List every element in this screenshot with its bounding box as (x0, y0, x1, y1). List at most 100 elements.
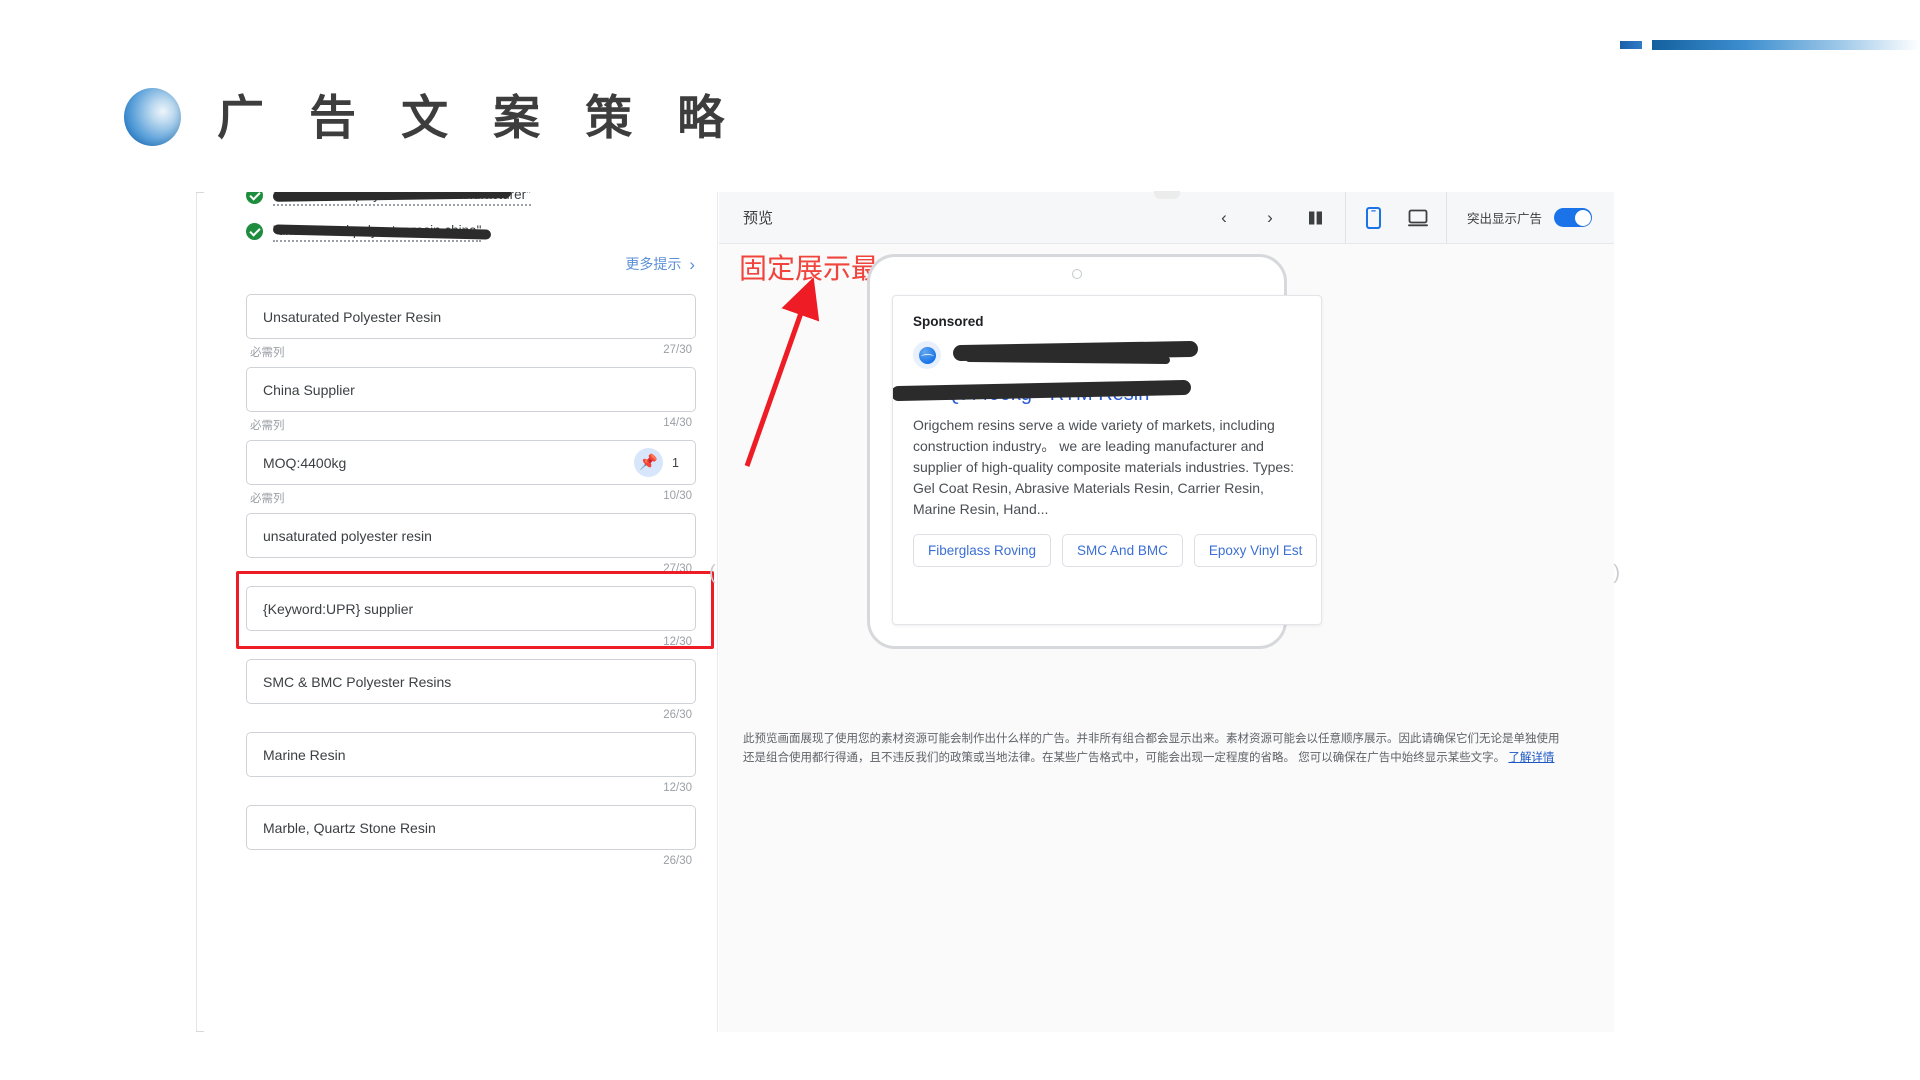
headline-meta: 27/30 (246, 558, 696, 582)
headline-meta: 必需列 27/30 (246, 339, 696, 363)
suggestion-text-wrap: "Unsaturated polyester resin manufacture… (273, 192, 695, 210)
char-counter: 26/30 (663, 709, 692, 728)
headline-value: Marine Resin (263, 747, 345, 763)
headline-field-list: Unsaturated Polyester Resin 必需列 27/30 Ch… (224, 294, 718, 878)
headline-value: unsaturated polyester resin (263, 528, 432, 544)
headline-field[interactable]: Marble, Quartz Stone Resin 26/30 (224, 805, 718, 874)
headline-input[interactable]: China Supplier (246, 367, 696, 412)
page-title: 广 告 文 案 策 略 (217, 94, 740, 141)
headline-field[interactable]: SMC & BMC Polyester Resins 26/30 (224, 659, 718, 728)
disclaimer-text: 此预览画面展现了使用您的素材资源可能会制作出什么样的广告。并非所有组合都会显示出… (743, 733, 1560, 764)
edge-tick-bottom (196, 1031, 204, 1032)
split-view-icon[interactable] (1293, 192, 1339, 244)
headline-field[interactable]: unsaturated polyester resin 27/30 (224, 513, 718, 582)
char-counter: 14/30 (663, 417, 692, 436)
globe-glyph (919, 347, 936, 364)
required-label: 必需列 (250, 490, 285, 509)
preview-disclaimer: 此预览画面展现了使用您的素材资源可能会制作出什么样的广告。并非所有组合都会显示出… (743, 730, 1563, 768)
sitelink-button[interactable]: Epoxy Vinyl Est (1194, 534, 1318, 567)
redaction-mark (965, 354, 1170, 364)
preview-panel: 预览 ‹ › (719, 192, 1614, 1032)
learn-more-link[interactable]: 了解详情 (1508, 752, 1554, 764)
headline-value: Unsaturated Polyester Resin (263, 309, 441, 325)
headlines-panel: "Unsaturated polyester resin manufacture… (224, 192, 718, 1032)
deco-square (1620, 41, 1642, 49)
ad-description: Origchem resins serve a wide variety of … (913, 415, 1301, 520)
check-circle-icon (246, 192, 263, 204)
headline-input[interactable]: MOQ:4400kg 📌 1 (246, 440, 696, 485)
headline-meta: 26/30 (246, 850, 696, 874)
check-circle-icon (246, 223, 263, 240)
headline-field-pinned[interactable]: MOQ:4400kg 📌 1 必需列 10/30 (224, 440, 718, 509)
edge-tick-top (196, 192, 204, 193)
suggestion-item[interactable]: "Unsaturated polyester resin manufacture… (224, 192, 717, 210)
device-camera-icon (1072, 269, 1082, 279)
mobile-device-icon[interactable] (1352, 192, 1396, 244)
headline-value: MOQ:4400kg (263, 455, 346, 471)
page-title-row: 广 告 文 案 策 略 (124, 88, 740, 146)
headline-field[interactable]: Marine Resin 12/30 (224, 732, 718, 801)
headline-meta: 12/30 (246, 777, 696, 801)
pin-glyph: 📌 (639, 455, 658, 470)
ad-preview-card: Sponsored MOQ:4400kg - RTM Resin Origche… (892, 295, 1322, 625)
ad-headline-wrap: MOQ:4400kg - RTM Resin (913, 383, 1301, 406)
headline-meta: 必需列 10/30 (246, 485, 696, 509)
screenshot-left-edge (196, 192, 197, 1032)
suggestion-item[interactable]: "unsaturated polyester resin china" (224, 222, 717, 246)
slide-root: 广 告 文 案 策 略 "Unsaturated polyester resin… (0, 0, 1920, 1080)
app-screenshot: "Unsaturated polyester resin manufacture… (196, 192, 1614, 1032)
split-view-glyph (1307, 210, 1325, 226)
headline-input[interactable]: Unsaturated Polyester Resin (246, 294, 696, 339)
advertiser-row (913, 341, 1301, 369)
char-counter: 12/30 (663, 636, 692, 655)
preview-title: 预览 (743, 207, 773, 228)
headline-value: {Keyword:UPR} supplier (263, 601, 413, 617)
headline-field[interactable]: Unsaturated Polyester Resin 必需列 27/30 (224, 294, 718, 363)
device-frame: Sponsored MOQ:4400kg - RTM Resin Origche… (867, 254, 1287, 649)
toolbar-separator (1446, 192, 1447, 244)
sponsored-label: Sponsored (913, 314, 1301, 329)
sitelink-button[interactable]: SMC And BMC (1062, 534, 1183, 567)
deco-gradient-bar (1652, 40, 1920, 50)
headline-meta: 12/30 (246, 631, 696, 655)
headline-input[interactable]: Marine Resin (246, 732, 696, 777)
headline-field[interactable]: {Keyword:UPR} supplier 12/30 (224, 586, 718, 655)
pin-position: 1 (672, 456, 679, 470)
title-bullet-icon (124, 88, 181, 146)
more-tips-link[interactable]: 更多提示 › (625, 254, 695, 274)
headline-meta: 必需列 14/30 (246, 412, 696, 436)
headline-value: Marble, Quartz Stone Resin (263, 820, 436, 836)
headline-input[interactable]: {Keyword:UPR} supplier (246, 586, 696, 631)
char-counter: 26/30 (663, 855, 692, 874)
toolbar-notch (1154, 191, 1180, 199)
mobile-glyph (1366, 207, 1381, 229)
pin-control[interactable]: 📌 1 (634, 448, 679, 477)
toolbar-separator (1345, 192, 1346, 244)
pin-icon[interactable]: 📌 (634, 448, 663, 477)
desktop-device-icon[interactable] (1396, 192, 1440, 244)
char-counter: 27/30 (663, 563, 692, 582)
char-counter: 12/30 (663, 782, 692, 801)
chevron-right-icon[interactable]: › (1247, 192, 1293, 244)
sitelink-button[interactable]: Fiberglass Roving (913, 534, 1051, 567)
highlight-ads-label: 突出显示广告 (1467, 208, 1542, 227)
char-counter: 27/30 (663, 344, 692, 363)
headline-input[interactable]: unsaturated polyester resin (246, 513, 696, 558)
right-brace-mark: ) (1613, 562, 1620, 585)
headline-field[interactable]: China Supplier 必需列 14/30 (224, 367, 718, 436)
headline-value: SMC & BMC Polyester Resins (263, 674, 451, 690)
chevron-right-icon: › (689, 256, 695, 273)
headline-meta: 26/30 (246, 704, 696, 728)
ad-sitelinks: Fiberglass Roving SMC And BMC Epoxy Viny… (913, 534, 1301, 567)
headline-input[interactable]: SMC & BMC Polyester Resins (246, 659, 696, 704)
required-label: 必需列 (250, 417, 285, 436)
headline-input[interactable]: Marble, Quartz Stone Resin (246, 805, 696, 850)
chevron-left-icon[interactable]: ‹ (1201, 192, 1247, 244)
left-brace-mark: ( (709, 562, 716, 585)
char-counter: 10/30 (663, 490, 692, 509)
desktop-glyph (1407, 208, 1429, 228)
highlight-ads-toggle[interactable] (1554, 208, 1592, 227)
suggestion-text-wrap: "unsaturated polyester resin china" (273, 222, 695, 246)
more-tips-label: 更多提示 (625, 254, 681, 274)
headline-value: China Supplier (263, 382, 355, 398)
